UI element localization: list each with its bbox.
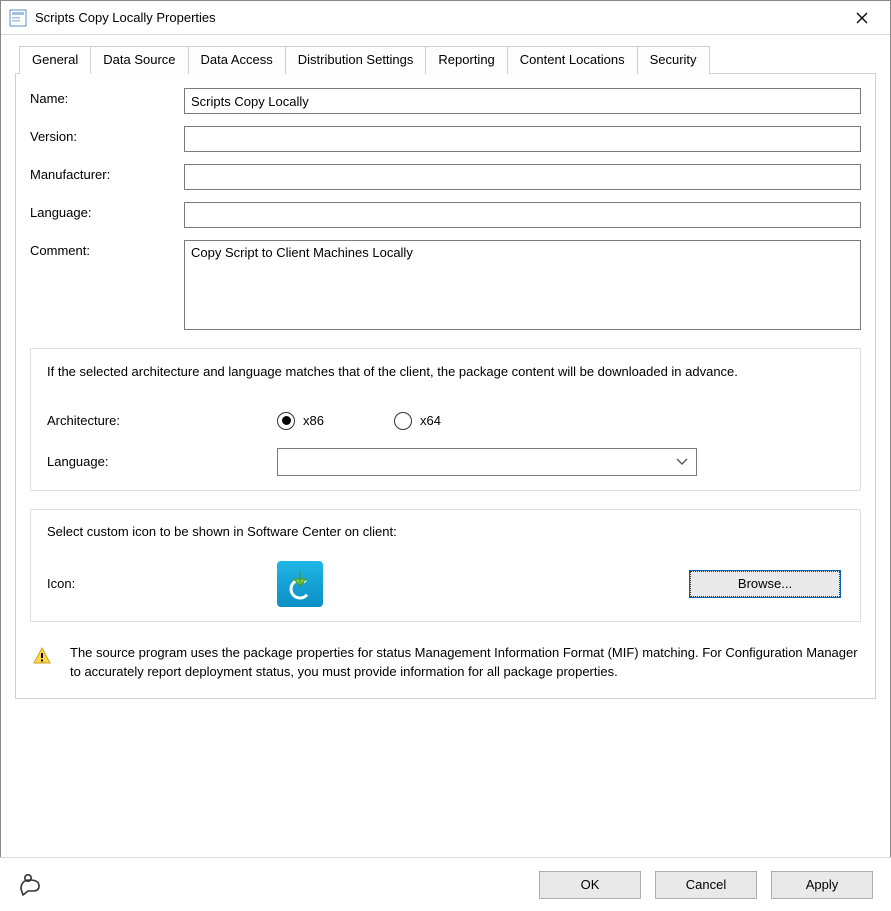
tab-strip: General Data Source Data Access Distribu… (19, 45, 876, 73)
tab-content-locations[interactable]: Content Locations (507, 46, 638, 74)
name-input[interactable] (184, 88, 861, 114)
architecture-radio-x64-label: x64 (420, 413, 441, 428)
tab-security[interactable]: Security (637, 46, 710, 74)
tab-data-access[interactable]: Data Access (188, 46, 286, 74)
tab-data-source[interactable]: Data Source (90, 46, 188, 74)
chevron-down-icon (676, 455, 688, 469)
help-icon[interactable] (18, 873, 42, 897)
architecture-info-text: If the selected architecture and languag… (47, 363, 844, 382)
dialog-content: General Data Source Data Access Distribu… (1, 35, 890, 699)
tab-general[interactable]: General (19, 46, 91, 74)
warning-text: The source program uses the package prop… (70, 644, 859, 682)
comment-textarea[interactable] (184, 240, 861, 330)
version-label: Version: (30, 126, 184, 144)
architecture-radio-x64[interactable]: x64 (394, 412, 441, 430)
comment-label: Comment: (30, 240, 184, 258)
close-button[interactable] (840, 3, 884, 33)
architecture-radio-x86-label: x86 (303, 413, 324, 428)
warning-icon (32, 644, 52, 682)
apply-button[interactable]: Apply (771, 871, 873, 899)
app-icon (9, 9, 27, 27)
architecture-label: Architecture: (47, 413, 277, 428)
architecture-radio-group: x86 x64 (277, 412, 441, 430)
name-label: Name: (30, 88, 184, 106)
ok-button[interactable]: OK (539, 871, 641, 899)
dialog-button-bar: OK Cancel Apply (0, 857, 891, 911)
cancel-button[interactable]: Cancel (655, 871, 757, 899)
warning-row: The source program uses the package prop… (30, 644, 861, 682)
tab-reporting[interactable]: Reporting (425, 46, 507, 74)
tab-distribution-settings[interactable]: Distribution Settings (285, 46, 427, 74)
browse-button[interactable]: Browse... (690, 571, 840, 597)
icon-panel: Select custom icon to be shown in Softwa… (30, 509, 861, 622)
manufacturer-label: Manufacturer: (30, 164, 184, 182)
architecture-language-dropdown[interactable] (277, 448, 697, 476)
titlebar: Scripts Copy Locally Properties (1, 1, 890, 35)
icon-preview (277, 561, 323, 607)
manufacturer-input[interactable] (184, 164, 861, 190)
language-label: Language: (30, 202, 184, 220)
version-input[interactable] (184, 126, 861, 152)
download-icon (283, 567, 317, 601)
architecture-language-label: Language: (47, 454, 277, 469)
radio-icon (394, 412, 412, 430)
tab-panel-general: Name: Version: Manufacturer: Language: C… (15, 73, 876, 699)
icon-panel-prompt: Select custom icon to be shown in Softwa… (47, 524, 844, 539)
language-input[interactable] (184, 202, 861, 228)
window-title: Scripts Copy Locally Properties (35, 10, 840, 25)
architecture-radio-x86[interactable]: x86 (277, 412, 324, 430)
icon-label: Icon: (47, 576, 277, 591)
radio-icon (277, 412, 295, 430)
architecture-panel: If the selected architecture and languag… (30, 348, 861, 491)
